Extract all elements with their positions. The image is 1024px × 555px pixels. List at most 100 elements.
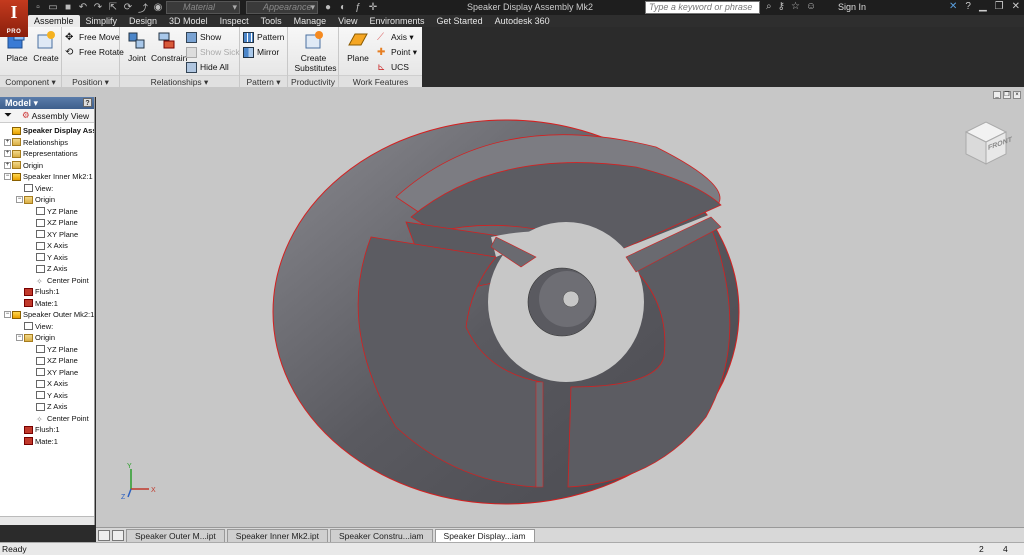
minimize-icon[interactable]: ▁ [979, 1, 987, 12]
tree-expander[interactable]: − [16, 334, 23, 342]
tree-node[interactable]: + Relationships [0, 137, 94, 149]
ribbon-tab-assemble[interactable]: Assemble [28, 15, 80, 27]
tree-node[interactable]: View: [0, 321, 94, 333]
panel-label-relationships[interactable]: Relationships ▾ [120, 75, 239, 87]
open-folder-icon[interactable]: ▭ [47, 1, 59, 13]
hide-all-button[interactable]: Hide All [186, 60, 229, 74]
tree-node[interactable]: Flush:1 [0, 286, 94, 298]
tree-node[interactable]: YZ Plane [0, 344, 94, 356]
tree-node[interactable]: + Representations [0, 148, 94, 160]
tree-expander[interactable]: − [4, 311, 11, 319]
tree-node[interactable]: XZ Plane [0, 217, 94, 229]
tree-expander[interactable]: + [4, 161, 11, 169]
ribbon-tab-environments[interactable]: Environments [364, 15, 431, 27]
tree-expander[interactable]: − [4, 173, 11, 181]
tree-node[interactable]: Speaker Display Asse [0, 125, 94, 137]
key-icon[interactable]: ⚷ [778, 1, 785, 12]
free-rotate-button[interactable]: ⟲ Free Rotate [65, 45, 124, 59]
axis-button[interactable]: ⟋ Axis ▾ [377, 30, 414, 44]
tree-node[interactable]: XY Plane [0, 367, 94, 379]
ribbon-tab-manage[interactable]: Manage [288, 15, 333, 27]
ribbon-tab-design[interactable]: Design [123, 15, 163, 27]
graphics-viewport[interactable]: _ ❐ × FRONT Y X Z [96, 87, 1024, 527]
move-icon[interactable]: ✛ [367, 1, 379, 13]
tile-windows-icon[interactable] [98, 530, 110, 541]
close-icon[interactable]: ✕ [1012, 1, 1020, 12]
tree-node[interactable]: X Axis [0, 378, 94, 390]
tree-node[interactable]: Mate:1 [0, 298, 94, 310]
tree-node[interactable]: YZ Plane [0, 206, 94, 218]
filter-icon[interactable]: ⏷ [4, 110, 12, 121]
panel-label-component[interactable]: Component ▾ [0, 75, 61, 87]
tree-expander[interactable]: + [4, 138, 11, 146]
document-tab[interactable]: Speaker Outer M...ipt [126, 529, 225, 542]
tree-node[interactable]: − Speaker Outer Mk2:1 [0, 309, 94, 321]
document-tab[interactable]: Speaker Inner Mk2.ipt [226, 529, 328, 542]
plane-button[interactable]: Plane [343, 30, 373, 63]
tree-node[interactable]: ✧ Center Point [0, 413, 94, 425]
material-dropdown[interactable]: Material [166, 1, 240, 14]
star-icon[interactable]: ☆ [791, 1, 800, 12]
ribbon-tab-inspect[interactable]: Inspect [214, 15, 255, 27]
formula-icon[interactable]: ƒ [352, 1, 364, 13]
document-tab[interactable]: Speaker Constru...iam [329, 529, 433, 542]
tree-node[interactable]: XY Plane [0, 229, 94, 241]
help-icon[interactable]: ? [965, 1, 971, 12]
tree-node[interactable]: − Origin [0, 332, 94, 344]
ribbon-tab-get-started[interactable]: Get Started [431, 15, 489, 27]
tree-node[interactable]: − Origin [0, 194, 94, 206]
browser-help-icon[interactable]: ? [83, 98, 92, 107]
tree-node[interactable]: + Origin [0, 160, 94, 172]
tree-node[interactable]: X Axis [0, 240, 94, 252]
tree-node[interactable]: Flush:1 [0, 424, 94, 436]
sign-in-button[interactable]: Sign In [838, 1, 866, 14]
joint-button[interactable]: Joint [122, 30, 152, 63]
new-file-icon[interactable]: ▫ [32, 1, 44, 13]
pattern-button[interactable]: Pattern [243, 30, 284, 44]
appearance-dropdown[interactable]: Appearance [246, 1, 318, 14]
browser-header[interactable]: Model ▾ ? [0, 97, 94, 109]
ribbon-tab-autodesk-360[interactable]: Autodesk 360 [489, 15, 556, 27]
ribbon-tab-tools[interactable]: Tools [255, 15, 288, 27]
tree-expander[interactable]: + [4, 150, 11, 158]
ribbon-tab-3d-model[interactable]: 3D Model [163, 15, 214, 27]
cascade-windows-icon[interactable] [112, 530, 124, 541]
speaker-inner-hub[interactable] [527, 267, 597, 337]
tree-node[interactable]: Y Axis [0, 252, 94, 264]
redo-icon[interactable]: ↷ [92, 1, 104, 13]
return-icon[interactable]: ⤴ [137, 1, 149, 15]
tree-node[interactable]: ✧ Center Point [0, 275, 94, 287]
color-sphere-icon[interactable]: ● [322, 1, 334, 13]
tree-node[interactable]: XZ Plane [0, 355, 94, 367]
view-cube[interactable]: FRONT [964, 121, 1013, 165]
ribbon-tab-view[interactable]: View [332, 15, 363, 27]
ucs-button[interactable]: ⊾ UCS [377, 60, 409, 74]
select-mode-icon[interactable]: ⇱ [107, 1, 119, 13]
point-button[interactable]: ✚ Point ▾ [377, 45, 417, 59]
clear-appearance-icon[interactable]: ◐ [337, 1, 349, 13]
free-move-button[interactable]: ✥ Free Move [65, 30, 120, 44]
document-tab[interactable]: Speaker Display...iam [434, 529, 535, 542]
app-logo[interactable]: I PRO [0, 0, 28, 37]
assembly-view-dropdown[interactable]: ⚙ Assembly View [22, 110, 89, 121]
model-canvas[interactable]: FRONT Y X Z [96, 87, 1024, 527]
user-icon[interactable]: ☺ [806, 1, 816, 12]
create-substitutes-button[interactable]: Create Substitutes [290, 30, 337, 73]
browser-horizontal-scrollbar[interactable] [0, 516, 94, 525]
exchange-icon[interactable]: ✕ [949, 1, 957, 12]
tree-expander[interactable]: − [16, 196, 23, 204]
tree-node[interactable]: View: [0, 183, 94, 195]
show-button[interactable]: Show [186, 30, 221, 44]
mirror-button[interactable]: Mirror [243, 45, 279, 59]
tree-node[interactable]: − Speaker Inner Mk2:1 [0, 171, 94, 183]
panel-label-position[interactable]: Position ▾ [62, 75, 119, 87]
show-sick-button[interactable]: Show Sick [186, 45, 240, 59]
tree-node[interactable]: Z Axis [0, 401, 94, 413]
binoculars-icon[interactable]: ⌕ [766, 1, 772, 12]
constrain-button[interactable]: Constrain [151, 30, 187, 63]
panel-label-pattern[interactable]: Pattern ▾ [240, 75, 287, 87]
projects-icon[interactable]: ◉ [152, 1, 164, 13]
create-button[interactable]: Create [31, 30, 61, 63]
restore-icon[interactable]: ❐ [995, 1, 1004, 12]
tree-node[interactable]: Mate:1 [0, 436, 94, 448]
